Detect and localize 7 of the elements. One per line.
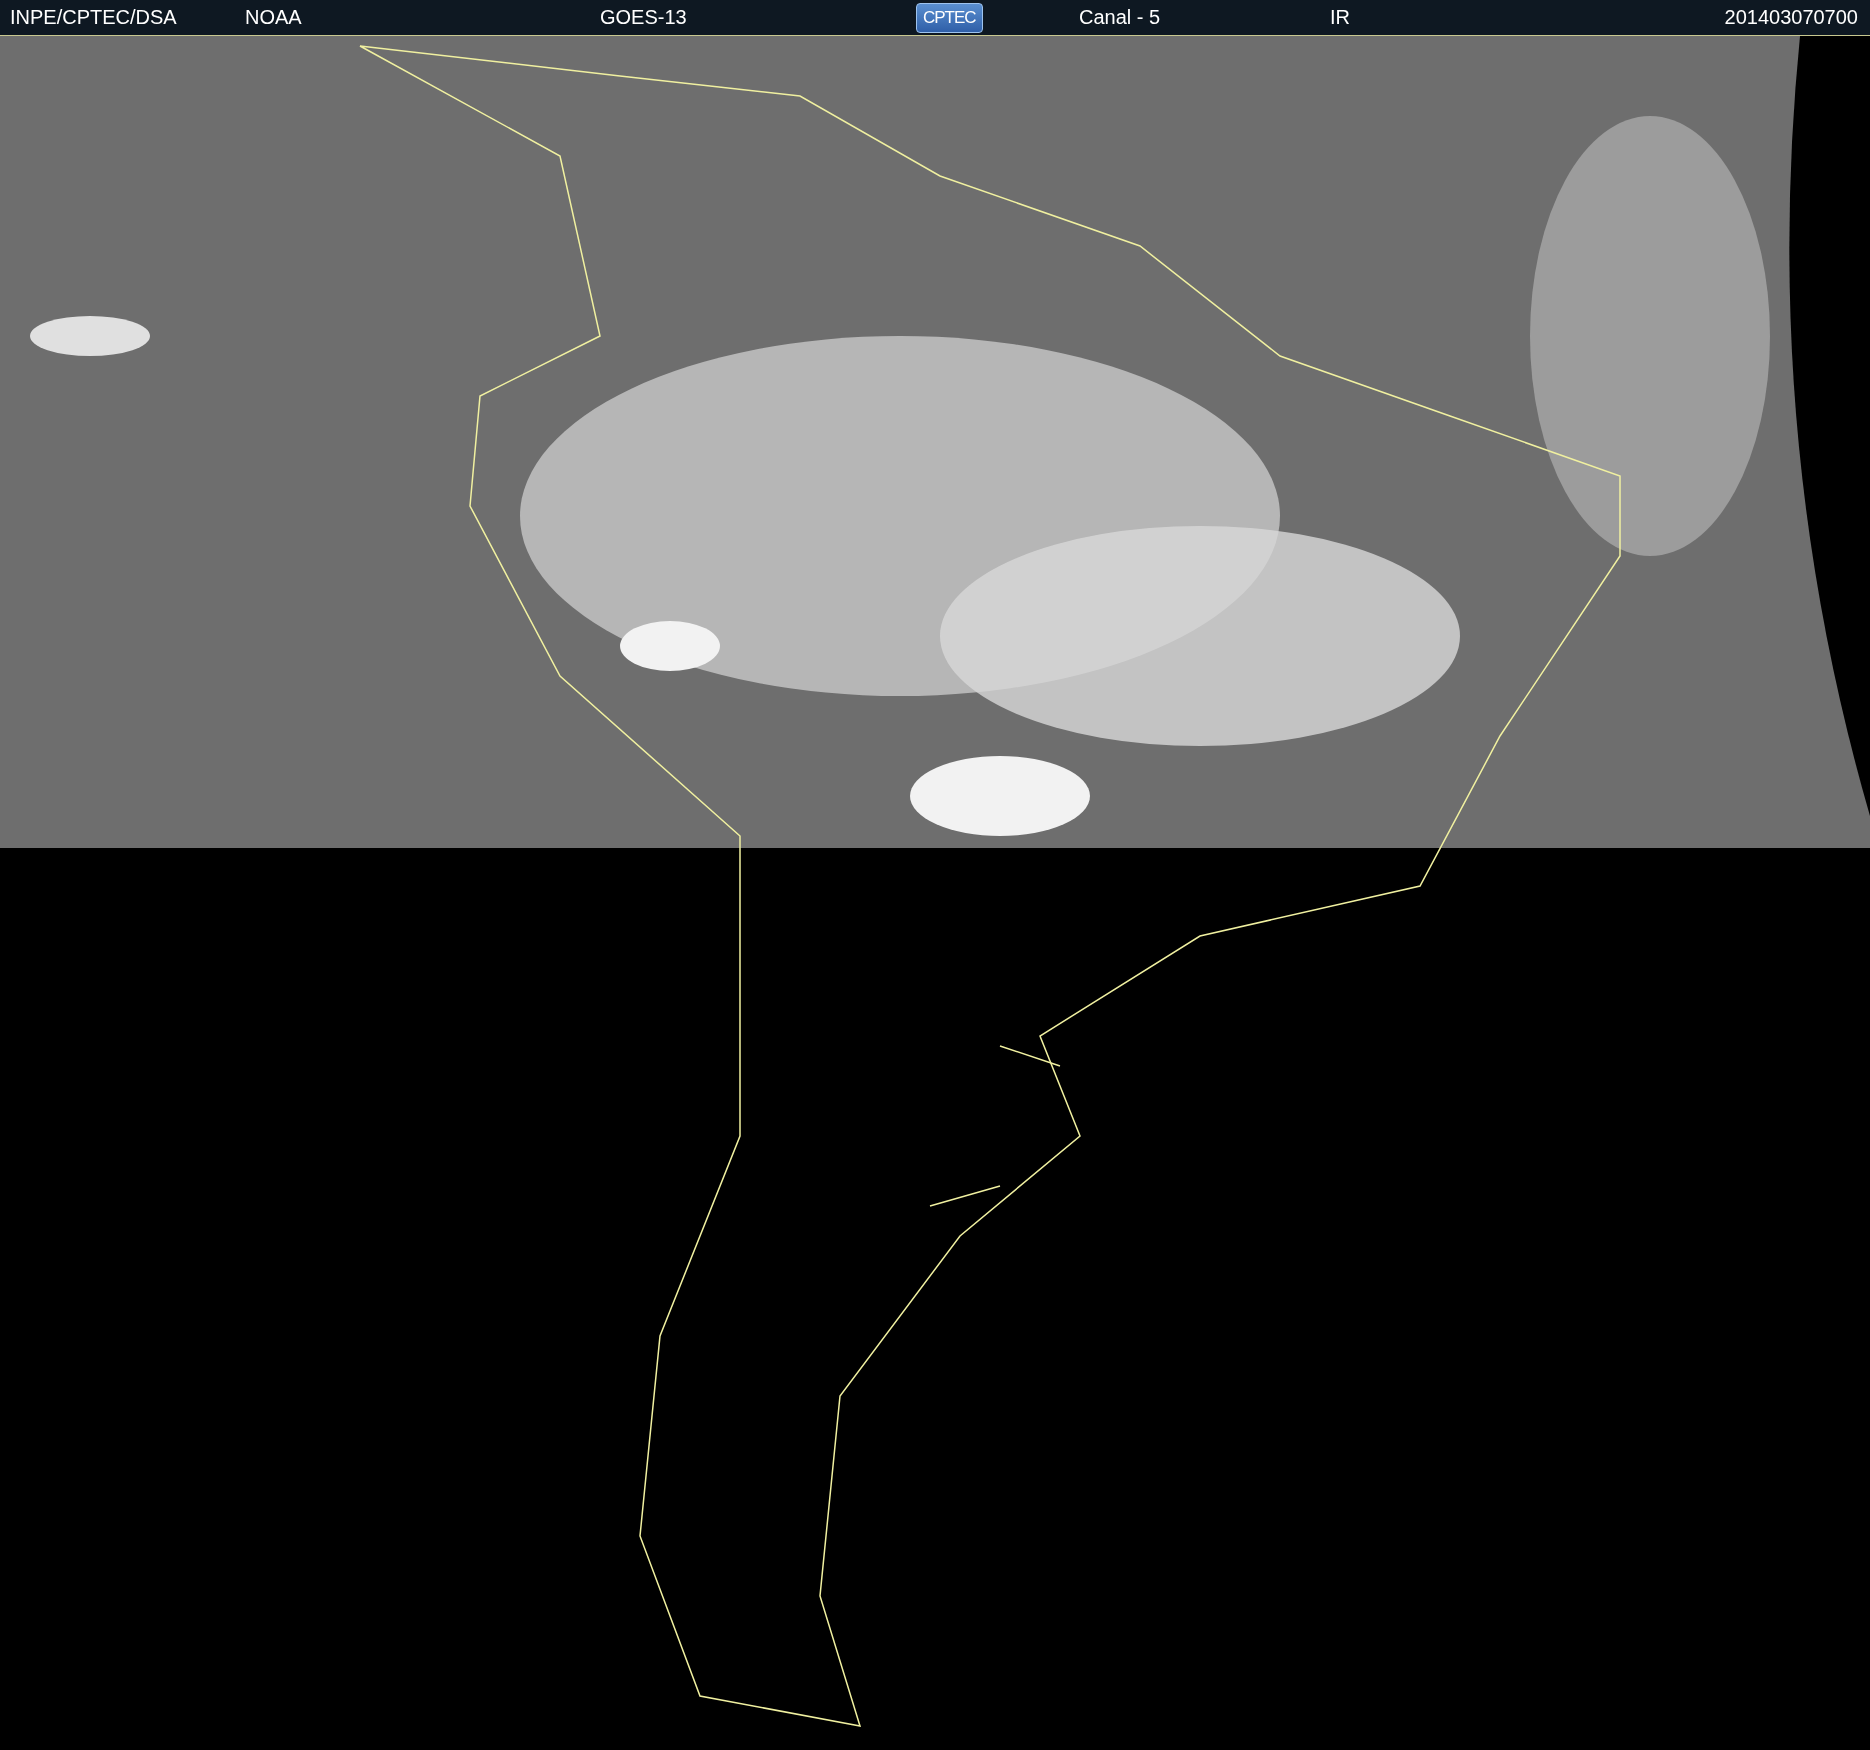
header-label: INPE/CPTEC/DSA: [10, 6, 177, 29]
header-label: NOAA: [245, 6, 302, 29]
header-label: IR: [1330, 6, 1350, 29]
header-label: GOES-13: [600, 6, 687, 29]
header-label: 201403070700: [1724, 6, 1858, 29]
header-label: Canal - 5: [1079, 6, 1161, 29]
logo: CPTEC: [916, 2, 983, 33]
